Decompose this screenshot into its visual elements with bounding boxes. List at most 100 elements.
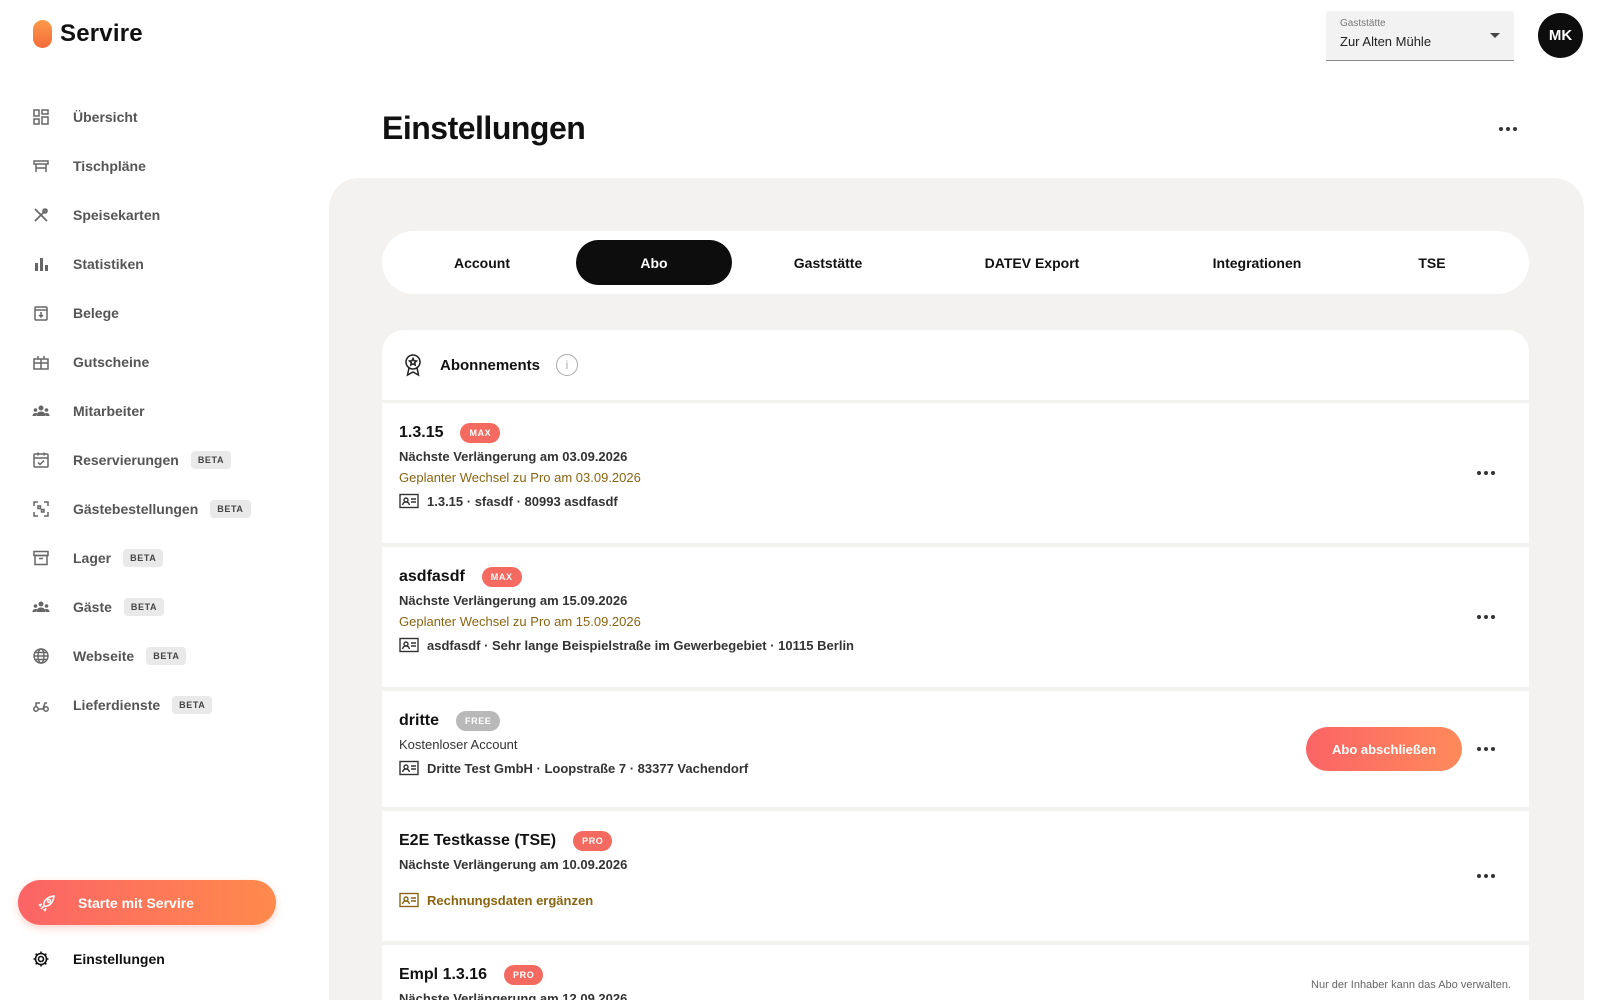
tab-abo[interactable]: Abo xyxy=(576,240,732,285)
app-name: Servire xyxy=(60,20,143,47)
subscription-name: E2E Testkasse (TSE) xyxy=(399,832,557,849)
sidebar-item-speisekarten[interactable]: Speisekarten xyxy=(0,190,300,239)
user-avatar[interactable]: MK xyxy=(1538,13,1583,58)
beta-badge: BETA xyxy=(123,548,164,567)
globe-icon xyxy=(32,647,50,665)
billing-address: asdfasdf · Sehr lange Beispielstraße im … xyxy=(399,637,1512,653)
dashboard-icon xyxy=(32,108,50,126)
subscription-name: asdfasdf xyxy=(399,568,465,585)
gaststaette-select[interactable]: Gaststätte Zur Alten Mühle xyxy=(1326,11,1514,61)
settings-panel: Account Abo Gaststätte DATEV Export Inte… xyxy=(329,178,1584,1000)
sidebar-item-label: Gäste xyxy=(73,598,112,615)
beta-badge: BETA xyxy=(172,695,213,714)
id-card-icon xyxy=(399,493,419,509)
subscription-card: Empl 1.3.16 PRO Nächste Verlängerung am … xyxy=(382,945,1529,1000)
subscription-name: dritte xyxy=(399,712,439,729)
abonnements-title: Abonnements xyxy=(440,356,541,374)
renewal-text: Nächste Verlängerung am 03.09.2026 xyxy=(399,449,628,464)
tab-gaststaette[interactable]: Gaststätte xyxy=(748,240,908,285)
calendar-check-icon xyxy=(32,451,50,469)
planned-change-text: Geplanter Wechsel zu Pro am 03.09.2026 xyxy=(399,470,641,485)
billing-address: 1.3.15 · sfasdf · 80993 asdfasdf xyxy=(399,493,1512,509)
gift-icon xyxy=(32,353,50,371)
qr-code-icon xyxy=(32,500,50,518)
card-more-button[interactable] xyxy=(1473,460,1499,486)
renewal-text: Nächste Verlängerung am 15.09.2026 xyxy=(399,593,628,608)
sidebar-item-uebersicht[interactable]: Übersicht xyxy=(0,92,300,141)
sidebar-item-webseite[interactable]: Webseite BETA xyxy=(0,631,300,680)
sidebar-item-tischplaene[interactable]: Tischpläne xyxy=(0,141,300,190)
subscription-card: dritte FREE Kostenloser Account Dritte T… xyxy=(382,691,1529,807)
app-logo[interactable]: Servire xyxy=(33,20,143,48)
beta-badge: BETA xyxy=(146,646,187,665)
more-horizontal-icon xyxy=(1477,874,1495,878)
gear-icon xyxy=(33,951,49,967)
sidebar-item-reservierungen[interactable]: Reservierungen BETA xyxy=(0,435,300,484)
more-horizontal-icon xyxy=(1477,747,1495,751)
id-card-icon xyxy=(399,637,419,653)
subscription-card: E2E Testkasse (TSE) PRO Nächste Verlänge… xyxy=(382,811,1529,941)
card-more-button[interactable] xyxy=(1473,863,1499,889)
info-icon[interactable]: i xyxy=(556,354,579,376)
bar-chart-icon xyxy=(32,255,50,273)
gaststaette-select-label: Gaststätte xyxy=(1340,18,1386,29)
sidebar-item-gaeste[interactable]: Gäste BETA xyxy=(0,582,300,631)
rocket-icon xyxy=(38,894,55,912)
plan-badge: MAX xyxy=(460,423,501,443)
plan-badge: MAX xyxy=(481,567,522,587)
tab-datev-export[interactable]: DATEV Export xyxy=(942,240,1122,285)
subscription-card: asdfasdf MAX Nächste Verlängerung am 15.… xyxy=(382,547,1529,687)
tab-integrationen[interactable]: Integrationen xyxy=(1167,240,1347,285)
tab-tse[interactable]: TSE xyxy=(1382,240,1482,285)
sidebar-nav: Übersicht Tischpläne Speisekarten Statis… xyxy=(0,92,300,729)
sidebar-item-lieferdienste[interactable]: Lieferdienste BETA xyxy=(0,680,300,729)
sidebar-item-mitarbeiter[interactable]: Mitarbeiter xyxy=(0,386,300,435)
sidebar-item-label: Gutscheine xyxy=(73,353,150,370)
owner-only-note: Nur der Inhaber kann das Abo verwalten. xyxy=(1311,979,1511,991)
sidebar-item-label: Tischpläne xyxy=(73,157,146,174)
card-more-button[interactable] xyxy=(1473,604,1499,630)
receipt-icon xyxy=(32,304,50,322)
sidebar-item-label: Belege xyxy=(73,304,119,321)
sidebar-item-lager[interactable]: Lager BETA xyxy=(0,533,300,582)
renewal-text: Nächste Verlängerung am 10.09.2026 xyxy=(399,857,628,872)
sidebar-item-gaestebestellungen[interactable]: Gästebestellungen BETA xyxy=(0,484,300,533)
complete-billing-link[interactable]: Rechnungsdaten ergänzen xyxy=(399,892,1512,908)
complete-billing-text: Rechnungsdaten ergänzen xyxy=(427,892,594,908)
sidebar-item-label: Mitarbeiter xyxy=(73,402,145,419)
tab-account[interactable]: Account xyxy=(402,240,562,285)
sidebar-item-belege[interactable]: Belege xyxy=(0,288,300,337)
id-card-icon xyxy=(399,892,419,908)
more-horizontal-icon xyxy=(1477,615,1495,619)
beta-badge: BETA xyxy=(210,499,251,518)
card-more-button[interactable] xyxy=(1473,736,1499,762)
beta-badge: BETA xyxy=(190,450,232,469)
sidebar-item-label: Reservierungen xyxy=(73,451,179,468)
more-horizontal-icon xyxy=(1477,471,1495,475)
renewal-text: Nächste Verlängerung am 12.09.2026 xyxy=(399,991,628,1000)
sidebar-item-einstellungen[interactable]: Einstellungen xyxy=(32,950,165,968)
plan-badge: PRO xyxy=(573,831,613,851)
billing-address-text: 1.3.15 · sfasdf · 80993 asdfasdf xyxy=(427,493,618,509)
page-title: Einstellungen xyxy=(382,110,586,146)
beta-badge: BETA xyxy=(123,597,165,616)
sidebar-item-label: Einstellungen xyxy=(73,951,165,967)
sidebar-item-label: Lager xyxy=(73,549,112,566)
sidebar-item-label: Übersicht xyxy=(73,108,138,125)
abo-abschliessen-button[interactable]: Abo abschließen xyxy=(1306,727,1462,771)
sidebar-item-label: Speisekarten xyxy=(73,206,161,223)
sidebar-item-statistiken[interactable]: Statistiken xyxy=(0,239,300,288)
subscription-name: Empl 1.3.16 xyxy=(399,966,488,983)
plan-badge: PRO xyxy=(504,965,544,985)
scooter-icon xyxy=(32,696,50,714)
table-icon xyxy=(32,157,50,175)
id-card-icon xyxy=(399,760,419,776)
page-more-button[interactable] xyxy=(1495,116,1521,142)
sidebar-item-label: Statistiken xyxy=(73,255,144,272)
sidebar-item-gutscheine[interactable]: Gutscheine xyxy=(0,337,300,386)
subscription-card: 1.3.15 MAX Nächste Verlängerung am 03.09… xyxy=(382,403,1529,543)
sidebar-item-label: Webseite xyxy=(73,647,135,664)
cutlery-icon xyxy=(32,206,50,224)
sidebar-item-label: Gästebestellungen xyxy=(73,500,199,517)
start-servire-button[interactable]: Starte mit Servire xyxy=(18,880,276,925)
